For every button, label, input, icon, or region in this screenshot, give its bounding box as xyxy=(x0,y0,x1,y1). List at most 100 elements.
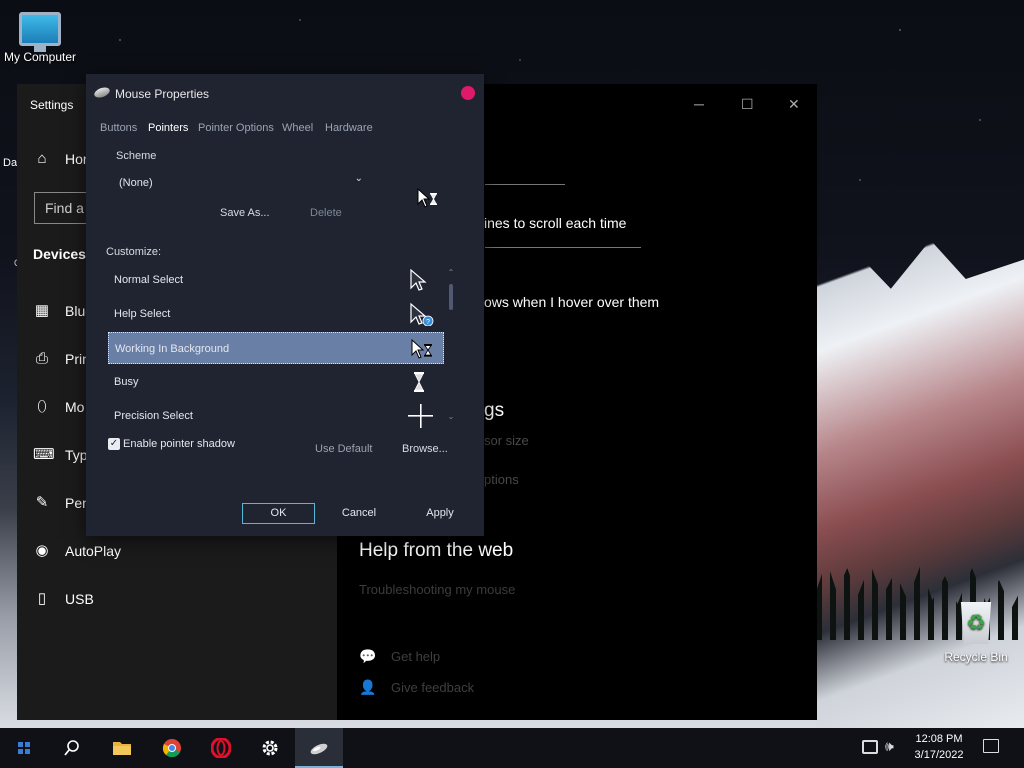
minimize-icon[interactable]: ─ xyxy=(694,96,704,112)
list-item-help-select[interactable]: Help Select ? xyxy=(108,298,444,330)
sidebar-item-usb[interactable]: ▯ USB xyxy=(17,580,337,620)
list-item-busy[interactable]: Busy xyxy=(108,366,444,398)
taskbar-chrome[interactable] xyxy=(148,728,196,768)
hourglass-cursor-icon xyxy=(414,372,424,392)
cancel-button[interactable]: Cancel xyxy=(334,507,384,519)
taskbar-file-explorer[interactable] xyxy=(98,728,146,768)
desktop-fragment: Da xyxy=(3,157,18,169)
related-settings-heading: gs xyxy=(484,400,505,421)
save-as-button[interactable]: Save As... xyxy=(220,207,270,219)
desktop-icon-recycle-bin[interactable]: ♻ Recycle Bin xyxy=(940,602,1012,664)
give-feedback-label: Give feedback xyxy=(391,680,475,695)
use-default-button[interactable]: Use Default xyxy=(315,443,372,455)
printer-icon: ⎙ xyxy=(35,350,48,367)
sidebar-section-title: Devices xyxy=(33,246,86,262)
pen-icon: ✎ xyxy=(35,494,49,511)
dropdown-underline xyxy=(485,184,565,185)
close-icon[interactable]: ✕ xyxy=(788,96,800,113)
settings-title: Settings xyxy=(30,98,74,112)
autoplay-icon: ◉ xyxy=(35,542,49,559)
chrome-icon xyxy=(162,739,181,758)
arrow-cursor-icon xyxy=(410,268,427,291)
taskbar-mouse-properties[interactable] xyxy=(295,728,343,768)
tab-buttons[interactable]: Buttons xyxy=(100,122,137,134)
list-item-precision-select[interactable]: Precision Select xyxy=(108,400,444,432)
customize-label: Customize: xyxy=(106,246,162,258)
sidebar-item-label: USB xyxy=(65,591,94,607)
sidebar-item-autoplay[interactable]: ◉ AutoPlay xyxy=(17,532,337,572)
feedback-icon: 👤 xyxy=(359,679,377,695)
pointer-shadow-checkbox[interactable]: ✓ xyxy=(108,438,120,450)
help-cursor-icon: ? xyxy=(410,302,434,326)
browse-button[interactable]: Browse... xyxy=(402,443,448,455)
desktop-icon-label: My Computer xyxy=(3,50,77,64)
start-icon xyxy=(18,742,30,754)
chat-help-icon: 💬 xyxy=(359,648,377,664)
apply-button[interactable]: Apply xyxy=(416,507,464,519)
hover-scroll-text: ows when I hover over them xyxy=(484,294,660,310)
keyboard-device-icon: ▦ xyxy=(34,302,50,319)
scrollbar-thumb[interactable] xyxy=(449,284,453,310)
tab-pointers[interactable]: Pointers xyxy=(148,122,188,134)
troubleshooting-link[interactable]: Troubleshooting my mouse xyxy=(359,582,515,597)
network-icon[interactable] xyxy=(862,740,878,754)
tab-hardware[interactable]: Hardware xyxy=(325,122,373,134)
list-item-working-in-background[interactable]: Working In Background xyxy=(108,332,444,364)
sidebar-item-label: Mo xyxy=(65,399,85,415)
tab-pointer-options[interactable]: Pointer Options xyxy=(198,122,274,134)
delete-button[interactable]: Delete xyxy=(310,207,342,219)
volume-icon[interactable]: 🕪 xyxy=(885,738,894,755)
clock-time[interactable]: 12:08 PM xyxy=(904,733,974,745)
sidebar-item-label: Typ xyxy=(65,447,88,463)
clock-date[interactable]: 3/17/2022 xyxy=(904,749,974,761)
related-link-mouse-options[interactable]: ptions xyxy=(484,472,519,487)
desktop-icon-my-computer[interactable]: My Computer xyxy=(0,10,80,64)
chevron-up-icon[interactable]: ⌃ xyxy=(446,268,456,277)
cursor-preview-icon xyxy=(417,188,437,208)
settings-gear-icon xyxy=(262,740,278,756)
tab-wheel[interactable]: Wheel xyxy=(282,122,313,134)
maximize-icon[interactable]: ☐ xyxy=(741,96,754,113)
search-icon xyxy=(64,740,79,756)
taskbar-search-button[interactable] xyxy=(48,728,96,768)
crosshair-cursor-icon xyxy=(408,404,433,428)
taskbar: 🕪 12:08 PM 3/17/2022 xyxy=(0,728,1024,768)
mouse-icon: ⬯ xyxy=(37,398,47,415)
home-icon: ⌂ xyxy=(37,150,47,167)
close-button[interactable] xyxy=(461,86,475,100)
related-link-cursor-size[interactable]: sor size xyxy=(484,433,529,448)
dialog-title: Mouse Properties xyxy=(115,87,210,101)
mouse-properties-dialog: Mouse Properties Buttons Pointers Pointe… xyxy=(86,74,484,536)
file-explorer-icon xyxy=(113,742,131,755)
start-button[interactable] xyxy=(0,728,48,768)
scheme-dropdown[interactable]: (None) ⌄ xyxy=(115,173,363,192)
opera-icon xyxy=(211,738,231,758)
slider-track[interactable] xyxy=(485,247,641,248)
svg-text:?: ? xyxy=(426,319,430,326)
cursor-row-label: Help Select xyxy=(114,308,171,320)
taskbar-opera[interactable] xyxy=(197,728,245,768)
sidebar-item-label: Hor xyxy=(65,151,88,167)
desktop-icon-label: Recycle Bin xyxy=(944,650,1008,664)
monitor-icon xyxy=(19,12,61,52)
list-scrollbar[interactable]: ⌃ ⌄ xyxy=(446,268,456,428)
cursor-row-label: Normal Select xyxy=(114,274,184,286)
chevron-down-icon: ⌄ xyxy=(354,173,363,184)
keyboard-icon: ⌨ xyxy=(33,446,55,463)
get-help-label: Get help xyxy=(391,649,441,664)
recycle-bin-icon: ♻ xyxy=(960,602,992,644)
list-item-normal-select[interactable]: Normal Select xyxy=(108,264,444,296)
give-feedback-link[interactable]: 👤 Give feedback xyxy=(359,679,474,695)
working-cursor-icon xyxy=(411,338,432,359)
cursor-list[interactable]: Normal Select Help Select ? Working In B… xyxy=(108,264,444,434)
get-help-link[interactable]: 💬 Get help xyxy=(359,648,440,664)
scheme-label: Scheme xyxy=(116,150,157,162)
ok-button[interactable]: OK xyxy=(242,503,315,524)
pointer-shadow-label: Enable pointer shadow xyxy=(123,438,235,450)
notification-icon[interactable] xyxy=(983,739,999,753)
taskbar-settings[interactable] xyxy=(246,728,294,768)
cursor-row-label: Busy xyxy=(114,376,139,388)
cursor-row-label: Precision Select xyxy=(114,410,193,422)
chevron-down-icon[interactable]: ⌄ xyxy=(446,412,456,421)
cursor-row-label: Working In Background xyxy=(115,343,230,355)
